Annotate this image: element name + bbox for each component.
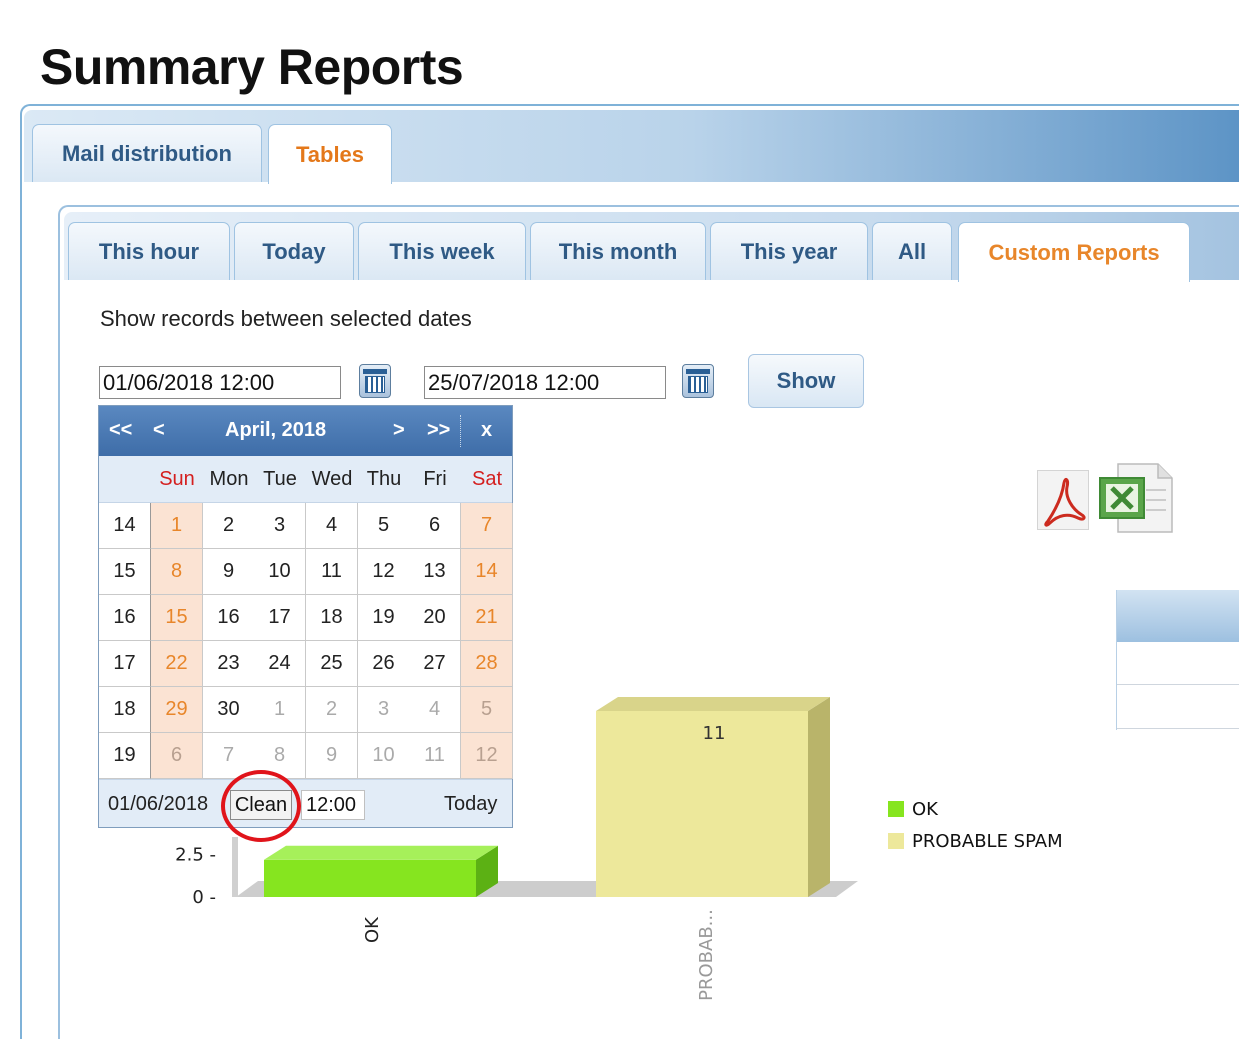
summary-table bbox=[1116, 642, 1239, 730]
prev-year-button[interactable]: << bbox=[109, 419, 132, 442]
tab-all[interactable]: All bbox=[872, 222, 952, 280]
tab-this-hour[interactable]: This hour bbox=[68, 222, 230, 280]
calendar-day[interactable]: 4 bbox=[409, 687, 461, 733]
next-year-button[interactable]: >> bbox=[427, 419, 450, 442]
legend-item-probable-spam: PROBABLE SPAM bbox=[888, 825, 1063, 857]
legend-label-ok: OK bbox=[912, 798, 938, 820]
page-title: Summary Reports bbox=[40, 39, 464, 95]
prev-month-button[interactable]: < bbox=[153, 419, 165, 442]
calendar-day[interactable]: 29 bbox=[151, 687, 203, 733]
excel-export-icon[interactable] bbox=[1098, 462, 1174, 534]
calendar-day[interactable]: 26 bbox=[358, 641, 410, 687]
calendar-footer: 01/06/2018 Clean Today bbox=[99, 779, 512, 827]
day-name-tue: Tue bbox=[263, 468, 297, 490]
calendar-day[interactable]: 5 bbox=[358, 503, 410, 549]
calendar-day[interactable]: 24 bbox=[254, 641, 306, 687]
calendar-day[interactable]: 25 bbox=[306, 641, 358, 687]
selected-date-label: 01/06/2018 bbox=[108, 793, 209, 815]
calendar-day-names: Sun Mon Tue Wed Thu Fri Sat bbox=[99, 456, 512, 503]
close-calendar-button[interactable]: x bbox=[481, 419, 492, 442]
week-number: 17 bbox=[99, 641, 151, 687]
calendar-day[interactable]: 7 bbox=[461, 503, 513, 549]
calendar-day[interactable]: 11 bbox=[409, 733, 461, 779]
calendar-day[interactable]: 6 bbox=[409, 503, 461, 549]
calendar-icon bbox=[363, 369, 387, 374]
calendar-day[interactable]: 19 bbox=[358, 595, 410, 641]
calendar-day[interactable]: 8 bbox=[254, 733, 306, 779]
day-name-wed: Wed bbox=[311, 468, 353, 490]
week-number: 15 bbox=[99, 549, 151, 595]
day-name-fri: Fri bbox=[423, 468, 447, 490]
calendar-day[interactable]: 27 bbox=[409, 641, 461, 687]
calendar-day[interactable]: 9 bbox=[203, 549, 255, 595]
calendar-day[interactable]: 18 bbox=[306, 595, 358, 641]
show-button[interactable]: Show bbox=[748, 354, 864, 408]
day-name-sun: Sun bbox=[159, 468, 195, 490]
end-calendar-button[interactable] bbox=[682, 364, 714, 398]
calendar-day[interactable]: 22 bbox=[151, 641, 203, 687]
tab-mail-distribution[interactable]: Mail distribution bbox=[32, 124, 262, 182]
tab-this-month[interactable]: This month bbox=[530, 222, 706, 280]
end-date-field[interactable] bbox=[424, 366, 666, 399]
calendar-day[interactable]: 30 bbox=[203, 687, 255, 733]
date-range-instructions: Show records between selected dates bbox=[100, 306, 472, 331]
week-number: 18 bbox=[99, 687, 151, 733]
tab-this-year[interactable]: This year bbox=[710, 222, 868, 280]
legend-swatch-ok bbox=[888, 801, 904, 817]
calendar-day[interactable]: 10 bbox=[254, 549, 306, 595]
calendar-header: << < April, 2018 > >> x bbox=[99, 406, 512, 456]
calendar-day[interactable]: 9 bbox=[306, 733, 358, 779]
tab-custom-reports[interactable]: Custom Reports bbox=[958, 222, 1190, 282]
tab-today[interactable]: Today bbox=[234, 222, 354, 280]
tab-tables[interactable]: Tables bbox=[268, 124, 392, 184]
start-date-field[interactable] bbox=[99, 366, 341, 399]
calendar-day[interactable]: 1 bbox=[254, 687, 306, 733]
calendar-day[interactable]: 3 bbox=[254, 503, 306, 549]
calendar-day[interactable]: 20 bbox=[409, 595, 461, 641]
calendar-day[interactable]: 10 bbox=[358, 733, 410, 779]
calendar-day[interactable]: 14 bbox=[461, 549, 513, 595]
calendar-day[interactable]: 1 bbox=[151, 503, 203, 549]
calendar-day[interactable]: 8 bbox=[151, 549, 203, 595]
calendar-day[interactable]: 4 bbox=[306, 503, 358, 549]
calendar-day[interactable]: 21 bbox=[461, 595, 513, 641]
calendar-day[interactable]: 3 bbox=[358, 687, 410, 733]
calendar-day[interactable]: 11 bbox=[306, 549, 358, 595]
calendar-day[interactable]: 2 bbox=[203, 503, 255, 549]
calendar-day[interactable]: 5 bbox=[461, 687, 513, 733]
calendar-day[interactable]: 13 bbox=[409, 549, 461, 595]
next-month-button[interactable]: > bbox=[393, 419, 405, 442]
date-picker-popup: << < April, 2018 > >> x Sun Mon Tue Wed Thu F… bbox=[98, 405, 513, 828]
calendar-day[interactable]: 12 bbox=[358, 549, 410, 595]
calendar-month-title[interactable]: April, 2018 bbox=[225, 419, 326, 442]
legend-item-ok: OK bbox=[888, 793, 1063, 825]
tab-this-week[interactable]: This week bbox=[358, 222, 526, 280]
day-name-thu: Thu bbox=[366, 468, 402, 490]
calendar-day[interactable]: 23 bbox=[203, 641, 255, 687]
legend-swatch-probable-spam bbox=[888, 833, 904, 849]
week-number: 16 bbox=[99, 595, 151, 641]
legend-label-probable-spam: PROBABLE SPAM bbox=[912, 830, 1063, 852]
day-name-sat: Sat bbox=[471, 468, 503, 490]
calendar-grid: 14 1 2 3 4 5 6 7 15 8 9 10 11 12 13 14 16 15 16 17 18 19 20 21 1… bbox=[99, 503, 513, 779]
day-name-mon: Mon bbox=[209, 468, 249, 490]
today-button[interactable]: Today bbox=[444, 793, 497, 816]
summary-table-header bbox=[1116, 590, 1239, 642]
calendar-day[interactable]: 15 bbox=[151, 595, 203, 641]
start-calendar-button[interactable] bbox=[359, 364, 391, 398]
clean-button[interactable]: Clean bbox=[230, 790, 292, 820]
week-number: 14 bbox=[99, 503, 151, 549]
calendar-day[interactable]: 16 bbox=[203, 595, 255, 641]
calendar-icon bbox=[686, 369, 710, 374]
chart-legend: OK PROBABLE SPAM bbox=[888, 793, 1063, 857]
calendar-day[interactable]: 6 bbox=[151, 733, 203, 779]
calendar-day[interactable]: 17 bbox=[254, 595, 306, 641]
calendar-day[interactable]: 12 bbox=[461, 733, 513, 779]
pdf-export-icon[interactable] bbox=[1037, 470, 1089, 530]
calendar-day[interactable]: 2 bbox=[306, 687, 358, 733]
week-number: 19 bbox=[99, 733, 151, 779]
calendar-day[interactable]: 7 bbox=[203, 733, 255, 779]
calendar-day[interactable]: 28 bbox=[461, 641, 513, 687]
time-field[interactable] bbox=[301, 790, 365, 820]
